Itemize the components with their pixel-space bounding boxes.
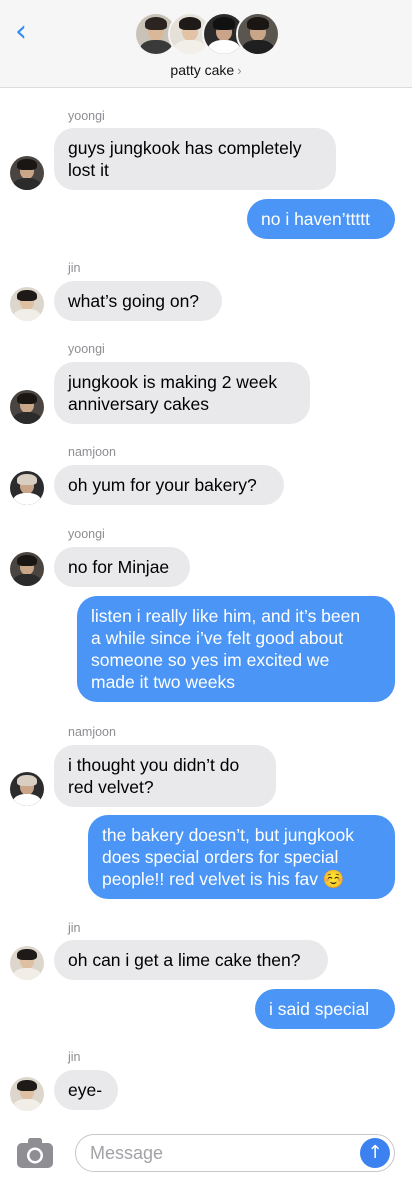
- avatar: [10, 946, 44, 980]
- incoming-message-bubble[interactable]: eye-: [54, 1070, 118, 1110]
- sender-name: yoongi: [68, 527, 105, 541]
- incoming-message-bubble[interactable]: i thought you didn’t do red velvet?: [54, 745, 276, 807]
- message-input[interactable]: [90, 1135, 360, 1171]
- outgoing-message-bubble[interactable]: the bakery doesn’t, but jungkook does sp…: [88, 815, 395, 899]
- send-arrow-icon[interactable]: ↑: [360, 1138, 390, 1168]
- outgoing-message-bubble[interactable]: listen i really like him, and it’s been …: [77, 596, 395, 702]
- sender-name: jin: [68, 921, 81, 935]
- group-avatars[interactable]: [134, 12, 280, 58]
- avatar: [10, 552, 44, 586]
- sender-name: yoongi: [68, 342, 105, 356]
- conversation-header: ‹ patty cake ›: [0, 0, 412, 88]
- message-composer: ↑: [0, 1122, 412, 1200]
- incoming-message-bubble[interactable]: jungkook is making 2 week anniversary ca…: [54, 362, 310, 424]
- outgoing-message-bubble[interactable]: i said special: [255, 989, 395, 1029]
- back-chevron-icon[interactable]: ‹: [6, 12, 36, 52]
- outgoing-message-bubble[interactable]: no i haven’ttttt: [247, 199, 395, 239]
- incoming-message-bubble[interactable]: oh can i get a lime cake then?: [54, 940, 328, 980]
- group-avatar: [236, 12, 280, 56]
- avatar: [10, 471, 44, 505]
- sender-name: yoongi: [68, 109, 105, 123]
- sender-name: namjoon: [68, 725, 116, 739]
- incoming-message-bubble[interactable]: no for Minjae: [54, 547, 190, 587]
- sender-name: namjoon: [68, 445, 116, 459]
- avatar: [10, 156, 44, 190]
- incoming-message-bubble[interactable]: what’s going on?: [54, 281, 222, 321]
- incoming-message-bubble[interactable]: guys jungkook has completely lost it: [54, 128, 336, 190]
- avatar: [10, 1077, 44, 1111]
- camera-icon[interactable]: [16, 1136, 54, 1170]
- avatar: [10, 390, 44, 424]
- avatar: [10, 772, 44, 806]
- avatar: [10, 287, 44, 321]
- chevron-right-icon: ›: [237, 63, 242, 78]
- message-field[interactable]: ↑: [75, 1134, 395, 1172]
- sender-name: jin: [68, 261, 81, 275]
- group-name[interactable]: patty cake ›: [0, 62, 412, 78]
- incoming-message-bubble[interactable]: oh yum for your bakery?: [54, 465, 284, 505]
- sender-name: jin: [68, 1050, 81, 1064]
- group-name-label: patty cake: [170, 62, 235, 78]
